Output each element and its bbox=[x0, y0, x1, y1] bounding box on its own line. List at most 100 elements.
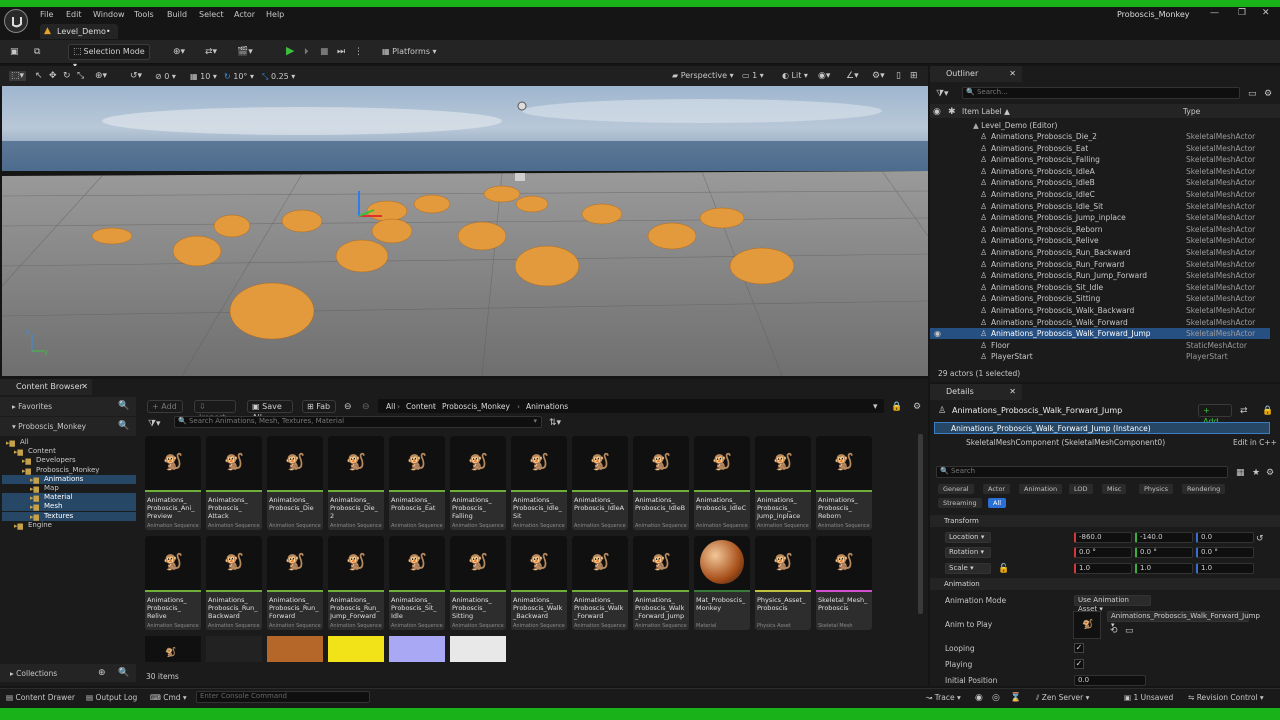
folder-tree-item[interactable]: ▸▆ Material bbox=[2, 493, 136, 503]
project-header[interactable]: ▾ Proboscis_Monkey 🔍 bbox=[0, 417, 136, 436]
add-collection-icon[interactable]: ⊕ bbox=[98, 668, 106, 678]
asset-tile[interactable]: 🐒 Animations_ Proboscis_Die Animation Sequ… bbox=[267, 436, 323, 530]
location-dropdown[interactable]: Location ▾ bbox=[945, 532, 991, 543]
cmd-dropdown[interactable]: ⌨ Cmd ▾ bbox=[150, 692, 187, 703]
outliner-row[interactable]: ♙ Animations_Proboscis_Sit_Idle SkeletalMe… bbox=[930, 282, 1270, 293]
grid-snap[interactable]: ⊘ 0 ▾ bbox=[155, 72, 176, 81]
add-actor-icon[interactable]: ⊕▾ bbox=[173, 47, 185, 57]
outliner-row[interactable]: ♙ Animations_Proboscis_IdleC SkeletalMeshA… bbox=[930, 189, 1270, 200]
lock-icon[interactable]: 🔒 bbox=[1262, 406, 1273, 416]
menu-tools[interactable]: Tools bbox=[134, 10, 154, 19]
outliner-settings-icon[interactable]: ⚙ bbox=[1264, 89, 1272, 99]
outliner-search-input[interactable]: 🔍 Search... bbox=[962, 87, 1240, 99]
menu-actor[interactable]: Actor bbox=[234, 10, 255, 19]
outliner-tab[interactable]: Outliner ✕ bbox=[930, 66, 1022, 82]
play-icon[interactable]: ▶ bbox=[286, 45, 294, 56]
favorites-star-icon[interactable]: ★ bbox=[1252, 468, 1260, 478]
asset-tile[interactable]: 🐒 Animations_ Proboscis_ Relive Animation … bbox=[145, 536, 201, 630]
asset-tile[interactable]: 🐒 Animations_ Proboscis_Run_ Backward Anim… bbox=[206, 536, 262, 630]
details-close-icon[interactable]: ✕ bbox=[1009, 384, 1016, 400]
content-browser-close-icon[interactable]: ✕ bbox=[81, 379, 88, 395]
camera-record-icon[interactable]: ◎ bbox=[992, 693, 1000, 703]
scale-z-field[interactable]: 1.0 bbox=[1196, 563, 1254, 574]
asset-tile[interactable]: 🐒 Animations_ Proboscis_ Jump_inplace Anim… bbox=[755, 436, 811, 530]
texture-thumb-5[interactable] bbox=[450, 636, 506, 662]
breadcrumb-item[interactable]: Animations bbox=[526, 401, 568, 412]
select-tool-icon[interactable]: ↖ bbox=[35, 71, 43, 81]
project-search-icon[interactable]: 🔍 bbox=[118, 421, 129, 431]
visibility-column-icon[interactable]: ◉ bbox=[933, 107, 941, 117]
outliner-row[interactable]: ♙ Animations_Proboscis_Sitting SkeletalMes… bbox=[930, 293, 1270, 304]
use-selected-icon[interactable]: ⟲ bbox=[1110, 626, 1118, 636]
record-icon[interactable]: ◉ bbox=[975, 693, 983, 703]
browse-icon[interactable]: ⧉ bbox=[34, 47, 40, 57]
type-column[interactable]: Type bbox=[1183, 106, 1200, 117]
menu-select[interactable]: Select bbox=[199, 10, 224, 19]
fab-button[interactable]: ⊞ Fab bbox=[302, 400, 336, 413]
details-add-button[interactable]: + Add bbox=[1198, 404, 1232, 426]
asset-tile[interactable]: Mat_Proboscis_ Monkey Material bbox=[694, 536, 750, 630]
category-actor[interactable]: Actor bbox=[983, 484, 1011, 494]
outliner-row[interactable]: ♙ Animations_Proboscis_Walk_Forward Skelet… bbox=[930, 317, 1270, 328]
anim-to-play-dropdown[interactable]: Animations_Proboscis_Walk_Forward_Jump ▾ bbox=[1107, 611, 1260, 629]
rotation-dropdown[interactable]: Rotation ▾ bbox=[945, 547, 991, 558]
item-label-column[interactable]: Item Label ▲ bbox=[962, 106, 1010, 117]
play-options-icon[interactable]: ⏵ bbox=[304, 47, 309, 57]
folder-tree-item[interactable]: ▸▆ All bbox=[2, 438, 136, 447]
rotation-z-field[interactable]: 0.0 ° bbox=[1196, 547, 1254, 558]
animation-mode-dropdown[interactable]: Use Animation Asset ▾ bbox=[1074, 595, 1151, 613]
revision-control-button[interactable]: ⇋ Revision Control ▾ bbox=[1188, 692, 1264, 703]
close-window-icon[interactable]: ✕ bbox=[1262, 8, 1270, 18]
outliner-row[interactable]: ♙ Animations_Proboscis_Die_2 SkeletalMeshA… bbox=[930, 131, 1270, 142]
rotation-x-field[interactable]: 0.0 ° bbox=[1074, 547, 1132, 558]
category-rendering[interactable]: Rendering bbox=[1182, 484, 1226, 494]
browse-asset-icon[interactable]: ▭ bbox=[1125, 626, 1134, 636]
location-x-field[interactable]: -860.0 bbox=[1074, 532, 1132, 543]
cb-lock-icon[interactable]: 🔒 bbox=[891, 402, 902, 412]
outliner-row[interactable]: ♙ Animations_Proboscis_Jump_inplace Skelet… bbox=[930, 212, 1270, 223]
texture-thumb-4[interactable] bbox=[389, 636, 445, 662]
outliner-row[interactable]: ♙ Animations_Proboscis_Run_Backward Skelet… bbox=[930, 247, 1270, 258]
details-search-input[interactable]: 🔍 Search bbox=[936, 466, 1228, 478]
level-viewport[interactable]: z y bbox=[2, 86, 928, 376]
outliner-row[interactable]: ♙ PlayerStart PlayerStart bbox=[930, 351, 1270, 362]
outliner-row[interactable]: ♙ Animations_Proboscis_Idle_Sit SkeletalMe… bbox=[930, 201, 1270, 212]
outliner-row[interactable]: ♙ Animations_Proboscis_Falling SkeletalMes… bbox=[930, 154, 1270, 165]
surface-snap-icon[interactable]: ↺▾ bbox=[130, 71, 142, 81]
details-tab[interactable]: Details ✕ bbox=[930, 384, 1022, 400]
asset-tile[interactable]: 🐒 Animations_ Proboscis_Run_ Forward Anima… bbox=[267, 536, 323, 630]
asset-tile[interactable]: 🐒 Animations_ Proboscis_ Reborn Animation … bbox=[816, 436, 872, 530]
level-tab[interactable]: ▲ Level_Demo• bbox=[40, 24, 118, 39]
outliner-row[interactable]: ♙ Animations_Proboscis_Walk_Backward Skele… bbox=[930, 305, 1270, 316]
details-actor-name[interactable]: Animations_Proboscis_Walk_Forward_Jump bbox=[952, 405, 1122, 416]
folder-tree-item[interactable]: ▸▆ Textures bbox=[2, 511, 136, 521]
realtime-icon[interactable]: ∠▾ bbox=[846, 71, 859, 81]
rotation-snap[interactable]: ↻ 10° ▾ bbox=[224, 72, 254, 81]
category-all[interactable]: All bbox=[988, 498, 1007, 508]
asset-tile[interactable]: 🐒 Animations_ Proboscis_Die_ 2 Animation S… bbox=[328, 436, 384, 530]
component-row[interactable]: SkeletalMeshComponent (SkeletalMeshCompo… bbox=[966, 437, 1165, 448]
asset-tile[interactable]: 🐒 Animations_ Proboscis_Sit_ Idle Animatio… bbox=[389, 536, 445, 630]
breadcrumb-item[interactable]: Proboscis_Monkey bbox=[442, 401, 510, 412]
outliner-root[interactable]: ▲ Level_Demo (Editor) bbox=[973, 120, 1057, 131]
asset-tile[interactable]: 🐒 Animations_ Proboscis_IdleC Animation Se… bbox=[694, 436, 750, 530]
viewport-options-icon[interactable]: ⬚▾ bbox=[9, 71, 27, 81]
initial-position-field[interactable]: 0.0 bbox=[1074, 675, 1146, 686]
content-browser-tab[interactable]: Content Browser ✕ bbox=[0, 379, 92, 395]
rotate-tool-icon[interactable]: ↻ bbox=[63, 71, 71, 81]
grid-layout-icon[interactable]: ⊞ bbox=[910, 71, 918, 81]
folder-tree-item[interactable]: ▸▆ Animations bbox=[2, 474, 136, 484]
outliner-row[interactable]: ♙ Animations_Proboscis_Run_Jump_Forward Sk… bbox=[930, 270, 1270, 281]
visibility-icon[interactable]: ◉ bbox=[934, 329, 941, 339]
blueprint-icon[interactable]: ⇄▾ bbox=[205, 47, 217, 57]
asset-tile[interactable]: 🐒 Animations_ Proboscis_Walk _Forward_Jum… bbox=[633, 536, 689, 630]
asset-tile[interactable]: 🐒 Physics_Asset_ Proboscis Physics Asset bbox=[755, 536, 811, 630]
menu-window[interactable]: Window bbox=[93, 10, 125, 19]
category-streaming[interactable]: Streaming bbox=[938, 498, 982, 508]
unreal-logo-icon[interactable] bbox=[4, 9, 28, 33]
camera-speed[interactable]: ▭ 1 ▾ bbox=[742, 71, 764, 80]
anim-thumbnail[interactable]: 🐒 bbox=[1073, 611, 1101, 639]
category-lod[interactable]: LOD bbox=[1069, 484, 1093, 494]
breadcrumb-item[interactable]: Content bbox=[406, 401, 436, 412]
grid-size[interactable]: ▦ 10 ▾ bbox=[190, 72, 217, 81]
